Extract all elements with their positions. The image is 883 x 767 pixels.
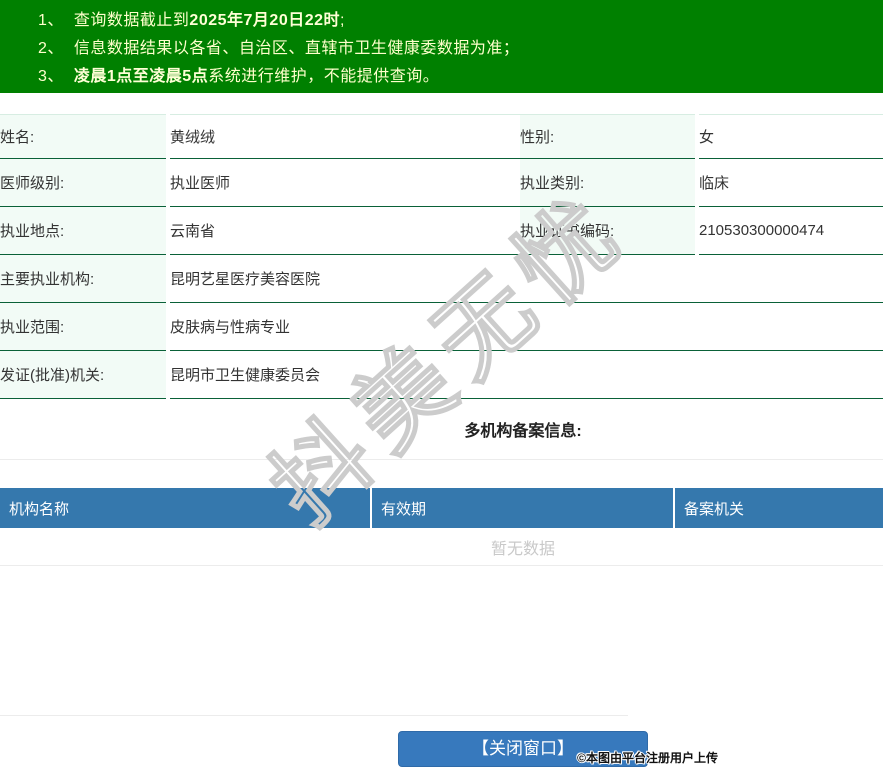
notice-banner: 1、 查询数据截止到2025年7月20日22时; 2、 信息数据结果以各省、自治区、…	[0, 0, 883, 93]
notice-text: 系统进行维护，不能提供查询。	[208, 68, 440, 85]
notice-text: 查询数据截止到	[73, 12, 190, 29]
field-value-doctor-level: 执业医师	[168, 158, 520, 207]
field-value-practice-scope: 皮肤病与性病专业	[168, 302, 883, 351]
field-label-practice-scope: 执业范围:	[0, 302, 170, 351]
field-label-gender: 性别:	[520, 114, 699, 159]
multi-org-table-header: 机构名称 有效期 备案机关	[0, 488, 883, 528]
field-value-issuing-authority: 昆明市卫生健康委员会	[168, 350, 883, 399]
multi-org-heading: 多机构备案信息:	[464, 423, 582, 440]
table-row: 执业地点: 云南省 执业证书编码: 210530300000474	[0, 206, 883, 255]
page-canvas: 1、 查询数据截止到2025年7月20日22时; 2、 信息数据结果以各省、自治区、…	[0, 0, 883, 767]
field-value-main-institution: 昆明艺星医疗美容医院	[168, 254, 883, 303]
table-row: 医师级别: 执业医师 执业类别: 临床	[0, 158, 883, 207]
field-value-gender: 女	[697, 114, 883, 159]
notice-text: ;	[340, 12, 345, 29]
notice-number: 2、	[38, 40, 64, 57]
notice-text: 信息数据结果以各省、自治区、直辖市卫生健康委数据为准；	[73, 40, 520, 57]
field-label-practice-category: 执业类别:	[520, 158, 699, 207]
field-value-practice-location: 云南省	[168, 206, 520, 255]
notice-line-3: 3、 凌晨1点至凌晨5点系统进行维护，不能提供查询。	[38, 63, 883, 91]
upload-copyright-note: ©本图由平台注册用户上传	[577, 751, 718, 765]
table-row: 主要执业机构: 昆明艺星医疗美容医院	[0, 254, 883, 303]
table-row: 执业范围: 皮肤病与性病专业	[0, 302, 883, 351]
table-row: 发证(批准)机关: 昆明市卫生健康委员会	[0, 350, 883, 399]
multi-org-heading-row: 多机构备案信息:	[0, 399, 883, 460]
field-label-main-institution: 主要执业机构:	[0, 254, 170, 303]
field-label-doctor-level: 医师级别:	[0, 158, 170, 207]
doctor-info-table: 姓名: 黄绒绒 性别: 女 医师级别: 执业医师 执业类别: 临床 执业地点: …	[0, 114, 883, 399]
field-value-practice-category: 临床	[697, 158, 883, 207]
table-row: 姓名: 黄绒绒 性别: 女	[0, 114, 883, 159]
notice-number: 1、	[38, 12, 64, 29]
empty-data-row: 暂无数据	[0, 528, 883, 566]
field-label-issuing-authority: 发证(批准)机关:	[0, 350, 170, 399]
notice-line-1: 1、 查询数据截止到2025年7月20日22时;	[38, 7, 883, 35]
notice-text-bold: 2025年7月20日22时	[189, 12, 341, 29]
notice-line-2: 2、 信息数据结果以各省、自治区、直辖市卫生健康委数据为准；	[38, 35, 883, 63]
field-label-practice-location: 执业地点:	[0, 206, 170, 255]
column-header-org-name: 机构名称	[9, 500, 70, 518]
field-label-name: 姓名:	[0, 114, 170, 159]
notice-text-bold: 凌晨1点至凌晨5点	[73, 68, 209, 85]
field-value-name: 黄绒绒	[168, 114, 520, 159]
divider	[0, 715, 628, 716]
column-header-filing-authority: 备案机关	[673, 488, 883, 528]
field-value-certificate-no: 210530300000474	[697, 206, 883, 255]
notice-number: 3、	[38, 68, 64, 85]
column-header-validity: 有效期	[370, 488, 673, 528]
field-label-certificate-no: 执业证书编码:	[520, 206, 699, 255]
